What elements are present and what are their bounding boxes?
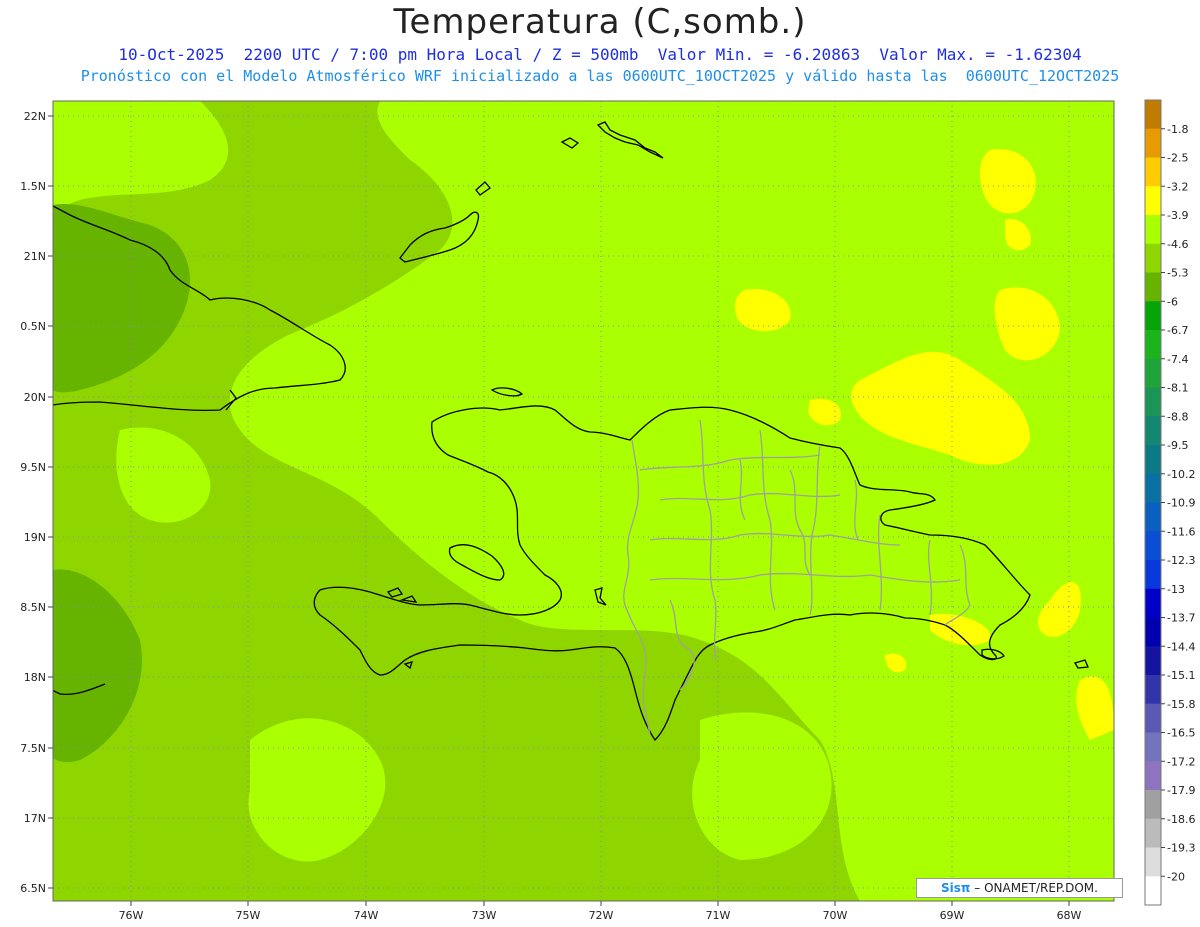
lat-label: 22N (24, 110, 46, 123)
colorbar-swatch (1145, 847, 1161, 877)
colorbar-label: -1.8 (1167, 123, 1188, 136)
colorbar-label: -8.1 (1167, 382, 1188, 395)
lat-label: 21N (24, 250, 46, 263)
lat-label: 20N (24, 391, 46, 404)
colorbar-swatch (1145, 531, 1161, 561)
colorbar-label: -4.6 (1167, 238, 1188, 251)
colorbar-swatch (1145, 186, 1161, 216)
colorbar-label: -12.3 (1167, 554, 1195, 567)
lat-label: 7.5N (20, 742, 46, 755)
lon-label: 73W (472, 909, 497, 922)
lat-label: 0.5N (20, 320, 46, 333)
lat-label: 17N (24, 812, 46, 825)
colorbar-label: -6 (1167, 295, 1178, 308)
coastline-cuba (53, 211, 54, 212)
colorbar-swatch (1145, 646, 1161, 676)
colorbar-label: -17.2 (1167, 755, 1195, 768)
lat-label: 6.5N (20, 882, 46, 895)
colorbar-swatch (1145, 560, 1161, 590)
colorbar-label: -2.5 (1167, 152, 1188, 165)
colorbar-swatch (1145, 473, 1161, 503)
colorbar-label: -18.6 (1167, 813, 1195, 826)
colorbar-label: -11.6 (1167, 525, 1195, 538)
colorbar-label: -15.8 (1167, 698, 1195, 711)
colorbar-swatch (1145, 732, 1161, 762)
credit-text: – ONAMET/REP.DOM. (974, 881, 1098, 895)
colorbar-label: -7.4 (1167, 353, 1188, 366)
colorbar-label: -8.8 (1167, 410, 1188, 423)
colorbar-label: -13 (1167, 583, 1185, 596)
colorbar-swatch (1145, 301, 1161, 331)
colorbar: -1.8 -2.5 -3.2 -3.9 -4.6 -5.3 -6 -6.7 -7.4 -8.1 -8… (1144, 99, 1195, 906)
colorbar-label: -13.7 (1167, 612, 1195, 625)
colorbar-label: -3.9 (1167, 209, 1188, 222)
temperature-map: 76W 75W 74W 73W 72W 71W 70W 69W 68W 22N 1.5N 21N 0.… (20, 99, 1195, 922)
lon-label: 72W (589, 909, 614, 922)
lon-label: 74W (354, 909, 379, 922)
colorbar-label: -10.9 (1167, 497, 1195, 510)
colorbar-swatch (1145, 100, 1161, 130)
colorbar-swatch (1145, 876, 1161, 906)
lat-label: 8.5N (20, 601, 46, 614)
colorbar-swatch (1145, 588, 1161, 618)
colorbar-swatch (1145, 416, 1161, 446)
lon-label: 71W (706, 909, 731, 922)
colorbar-label: -6.7 (1167, 324, 1188, 337)
colorbar-swatch (1145, 215, 1161, 245)
colorbar-swatch (1145, 272, 1161, 302)
colorbar-swatch (1145, 330, 1161, 360)
colorbar-swatch (1145, 445, 1161, 475)
lat-label: 18N (24, 671, 46, 684)
colorbar-label: -10.2 (1167, 468, 1195, 481)
colorbar-label: -9.5 (1167, 439, 1188, 452)
colorbar-swatch (1145, 243, 1161, 273)
longitude-axis: 76W 75W 74W 73W 72W 71W 70W 69W 68W (119, 901, 1082, 922)
lon-label: 76W (119, 909, 144, 922)
credit-brand: Sisπ (941, 881, 971, 895)
colorbar-swatch (1145, 761, 1161, 791)
colorbar-label: -20 (1167, 870, 1185, 883)
lon-label: 68W (1057, 909, 1082, 922)
colorbar-swatch (1145, 128, 1161, 158)
colorbar-swatch (1145, 790, 1161, 820)
colorbar-label: -5.3 (1167, 267, 1188, 280)
colorbar-swatch (1145, 502, 1161, 532)
colorbar-swatch (1145, 617, 1161, 647)
colorbar-swatch (1145, 818, 1161, 848)
credit-box: Sisπ – ONAMET/REP.DOM. (916, 878, 1123, 898)
colorbar-swatch (1145, 358, 1161, 388)
colorbar-label: -15.1 (1167, 669, 1195, 682)
colorbar-label: -3.2 (1167, 180, 1188, 193)
lat-label: 9.5N (20, 461, 46, 474)
colorbar-label: -14.4 (1167, 640, 1195, 653)
colorbar-label: -19.3 (1167, 842, 1195, 855)
colorbar-swatch (1145, 387, 1161, 417)
lat-label: 1.5N (20, 180, 46, 193)
colorbar-label: -17.9 (1167, 784, 1195, 797)
colorbar-label: -16.5 (1167, 727, 1195, 740)
lon-label: 69W (940, 909, 965, 922)
colorbar-swatch (1145, 703, 1161, 733)
lon-label: 70W (823, 909, 848, 922)
colorbar-swatch (1145, 157, 1161, 187)
lon-label: 75W (236, 909, 261, 922)
latitude-axis: 22N 1.5N 21N 0.5N 20N 9.5N 19N 8.5N 18N 7.5N 17N 6.… (20, 110, 53, 895)
colorbar-swatch (1145, 675, 1161, 705)
lat-label: 19N (24, 531, 46, 544)
